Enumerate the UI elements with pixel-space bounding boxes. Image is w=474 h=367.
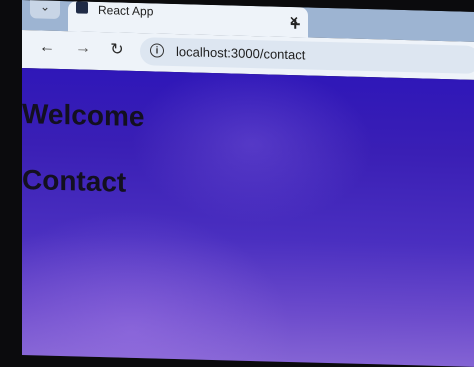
favicon-icon	[76, 1, 88, 14]
url-text[interactable]: localhost:3000/contact	[176, 44, 305, 62]
tab-title: React App	[98, 2, 154, 19]
forward-arrow-icon[interactable]: →	[74, 39, 92, 57]
welcome-heading: Welcome	[22, 98, 145, 133]
tab-search-button[interactable]: ⌄	[30, 0, 60, 19]
site-info-icon[interactable]: i	[150, 43, 164, 58]
chevron-down-icon: ⌄	[39, 0, 51, 14]
address-bar[interactable]: i localhost:3000/contact	[140, 37, 474, 74]
page-viewport: Welcome Contact	[22, 68, 474, 367]
browser-window: ⌄ React App × + ← → ↻ i localhost:3000/c…	[22, 0, 474, 367]
reload-icon[interactable]: ↻	[108, 40, 126, 58]
new-tab-button[interactable]: +	[290, 14, 301, 35]
contact-heading: Contact	[22, 164, 127, 198]
back-arrow-icon[interactable]: ←	[38, 38, 56, 56]
